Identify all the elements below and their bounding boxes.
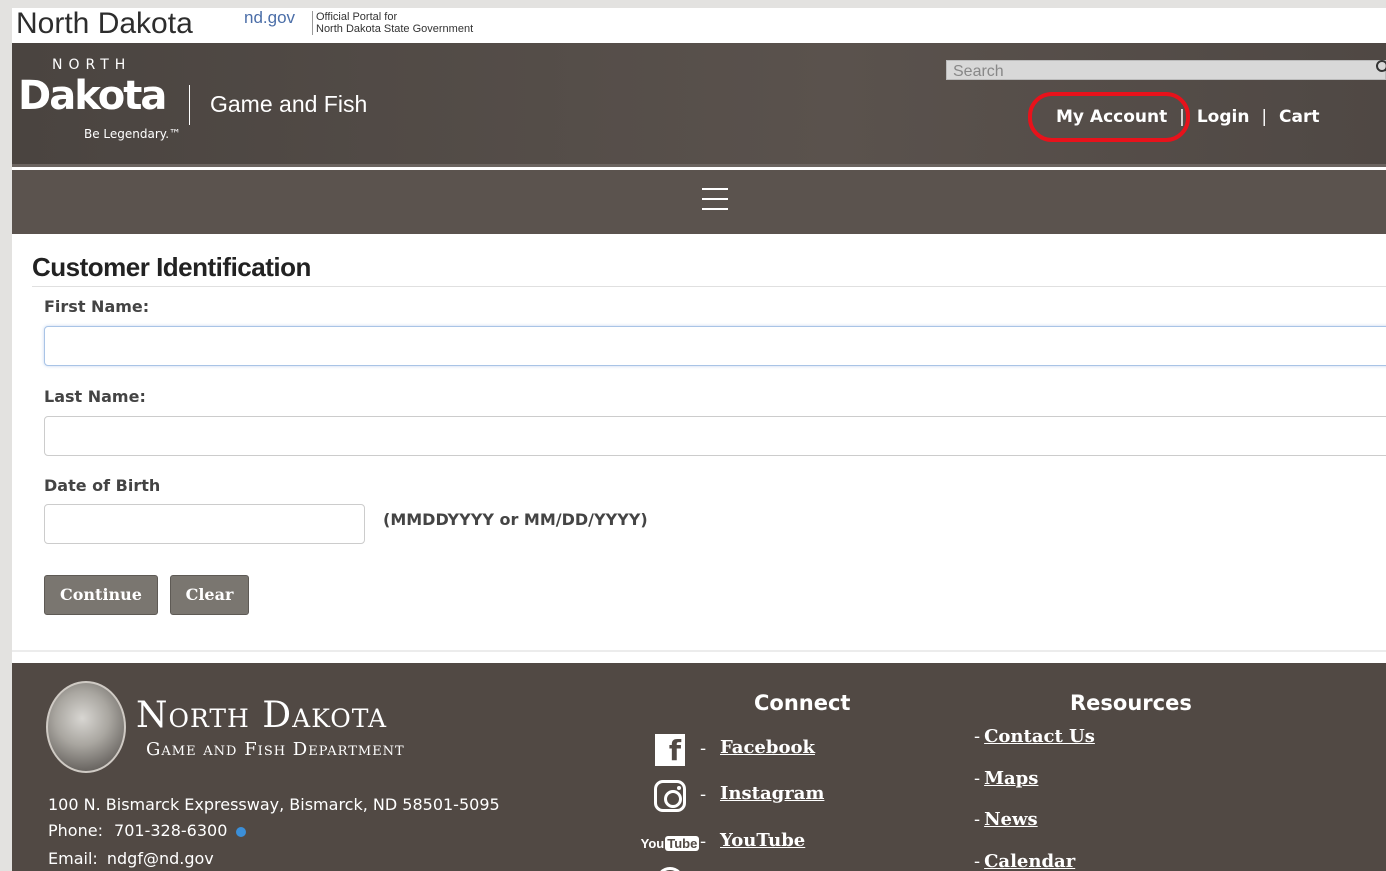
dept-name-line1: North Dakota	[136, 695, 388, 736]
site-footer: North Dakota Game and Fish Department 10…	[12, 663, 1386, 871]
search-icon[interactable]	[1375, 59, 1386, 75]
brand-tagline: Be Legendary.™	[84, 127, 182, 141]
continue-button[interactable]: Continue	[44, 575, 158, 615]
resource-maps: - Maps	[974, 768, 1039, 789]
facebook-link[interactable]: Facebook	[720, 737, 815, 758]
state-name-link[interactable]: North Dakota	[16, 8, 193, 40]
portal-text-line2: North Dakota State Government	[316, 23, 474, 35]
brand-north: NORTH	[52, 57, 132, 73]
contact-us-link[interactable]: Contact Us	[984, 726, 1095, 747]
customer-identification-form: Customer Identification First Name: Last…	[12, 234, 1386, 663]
youtube-link[interactable]: YouTube	[720, 830, 805, 851]
resource-news: - News	[974, 809, 1038, 830]
resource-calendar: - Calendar	[974, 851, 1076, 871]
footer-phone: Phone: 701-328-6300	[48, 821, 247, 840]
dob-format-hint: (MMDDYYYY or MM/DD/YYYY)	[383, 510, 648, 529]
search-input[interactable]	[947, 63, 1385, 81]
clear-button[interactable]: Clear	[170, 575, 249, 615]
login-link[interactable]: Login	[1197, 107, 1250, 127]
facebook-icon[interactable]: f	[650, 733, 690, 767]
news-link[interactable]: News	[984, 809, 1038, 830]
title-divider	[32, 286, 1386, 287]
content-divider	[12, 650, 1386, 652]
ndgov-bar: North Dakota nd.gov Official Portal for …	[12, 8, 1386, 43]
calendar-link[interactable]: Calendar	[984, 851, 1075, 871]
hamburger-icon[interactable]	[702, 188, 728, 214]
phone-number[interactable]: 701-328-6300	[114, 821, 227, 840]
dob-field[interactable]	[44, 504, 365, 544]
link-separator: |	[1261, 107, 1268, 127]
browser-page: North Dakota nd.gov Official Portal for …	[12, 8, 1386, 871]
page-title: Customer Identification	[32, 252, 311, 282]
resource-contact-us: - Contact Us	[974, 726, 1095, 747]
instagram-link[interactable]: Instagram	[720, 783, 824, 804]
highlight-annotation	[1028, 92, 1190, 142]
site-header: NORTH Dakota Be Legendary.™ Game and Fis…	[12, 43, 1386, 167]
ndgov-logo[interactable]: nd.gov	[244, 8, 295, 28]
first-name-label: First Name:	[44, 297, 150, 316]
social-icon-partial[interactable]	[656, 867, 684, 871]
dob-label: Date of Birth	[44, 476, 161, 495]
footer-address: 100 N. Bismarck Expressway, Bismarck, ND…	[48, 795, 500, 814]
portal-text-line1: Official Portal for	[316, 11, 398, 23]
email-label: Email:	[48, 849, 98, 868]
phone-icon[interactable]	[236, 826, 247, 837]
footer-email: Email: ndgf@nd.gov	[48, 849, 214, 868]
instagram-icon[interactable]	[650, 779, 690, 813]
brand-logo[interactable]: Dakota	[18, 73, 167, 119]
first-name-field[interactable]	[44, 326, 1386, 366]
dept-emblem-icon	[46, 681, 126, 773]
connect-heading: Connect	[754, 691, 851, 715]
phone-label: Phone:	[48, 821, 103, 840]
resources-heading: Resources	[1070, 691, 1192, 715]
dept-name-line2: Game and Fish Department	[146, 739, 405, 760]
maps-link[interactable]: Maps	[984, 768, 1038, 789]
last-name-field[interactable]	[44, 416, 1386, 456]
email-address[interactable]: ndgf@nd.gov	[107, 849, 214, 868]
search-box	[946, 59, 1386, 81]
last-name-label: Last Name:	[44, 387, 146, 406]
department-name[interactable]: Game and Fish	[210, 91, 367, 118]
portal-text: Official Portal for North Dakota State G…	[312, 11, 473, 35]
cart-link[interactable]: Cart	[1279, 107, 1319, 127]
nav-bar	[12, 170, 1386, 234]
brand-divider	[189, 85, 190, 125]
youtube-icon[interactable]: You Tube	[641, 826, 700, 860]
